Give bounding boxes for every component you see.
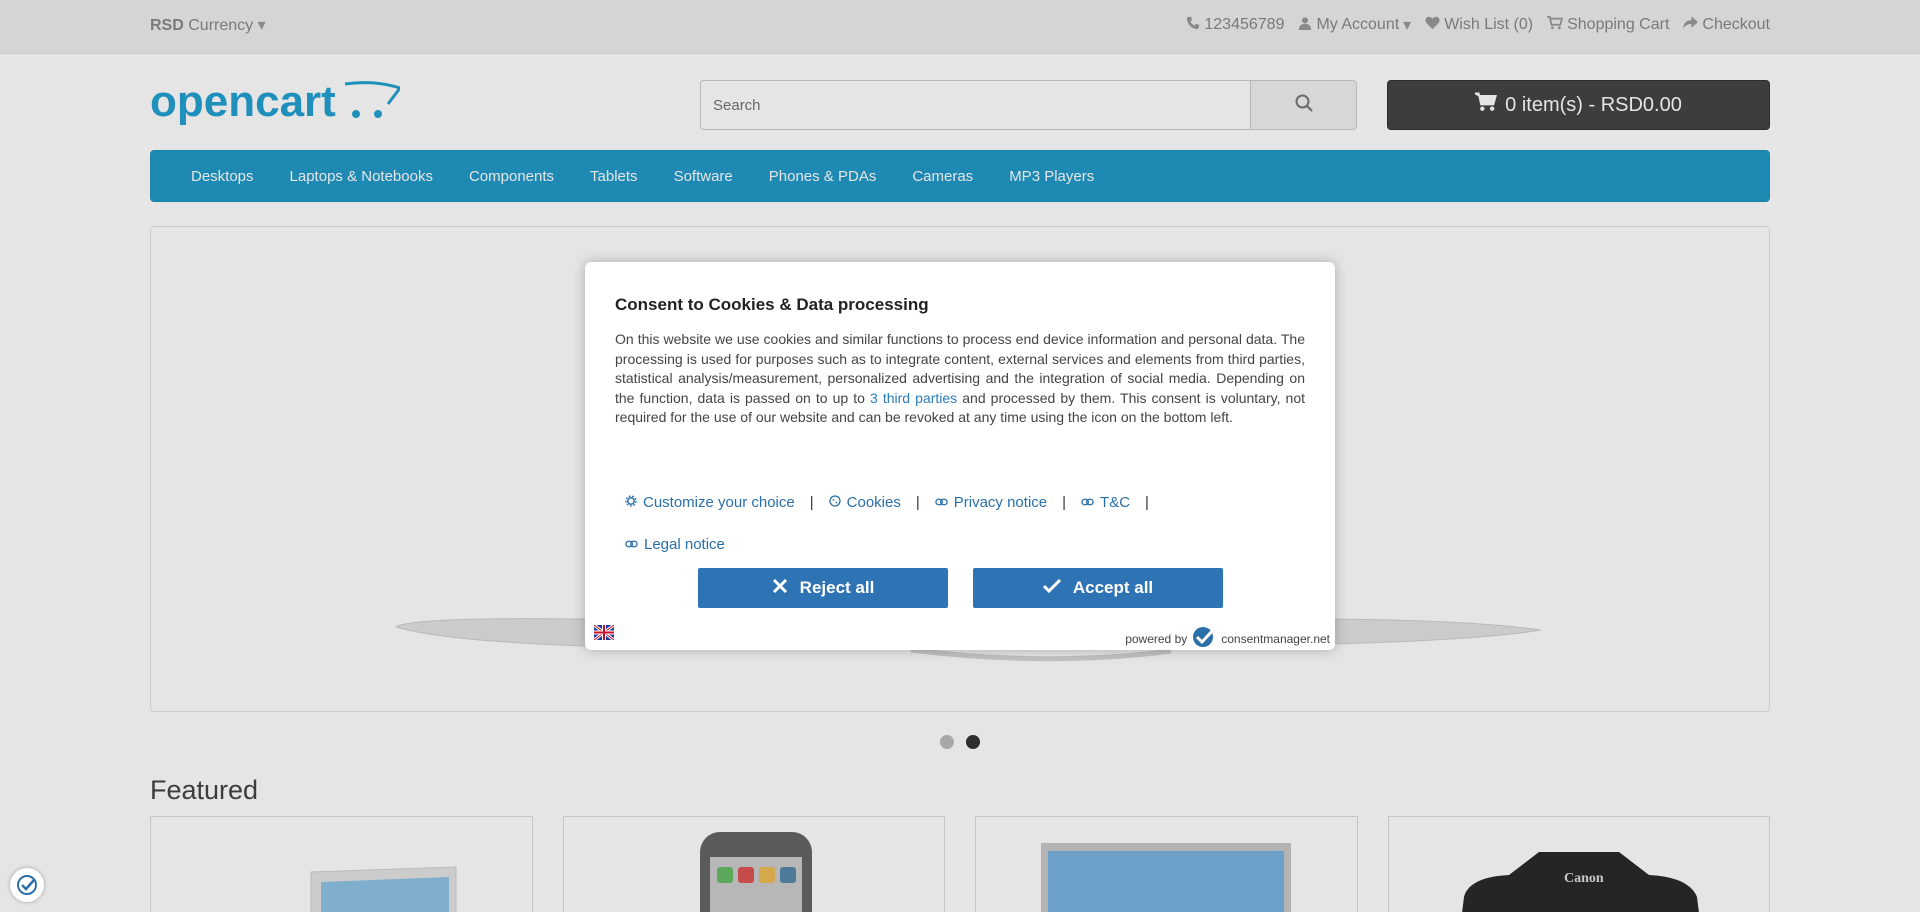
link-icon [1081,482,1094,524]
cookies-link[interactable]: Cookies [828,482,901,524]
privacy-notice-link[interactable]: Privacy notice [935,482,1047,524]
cookies-label: Cookies [846,494,901,511]
powered-by[interactable]: powered by consentmanager.net [1125,625,1330,652]
customize-choice-link[interactable]: Customize your choice [625,482,795,524]
third-parties-link[interactable]: 3 third parties [870,390,957,406]
reject-all-button[interactable]: Reject all [698,568,948,608]
link-icon [935,482,948,524]
separator: | [1145,494,1149,511]
privacy-notice-label: Privacy notice [953,494,1048,511]
check-icon [1042,578,1061,598]
consentmanager-brand: consentmanager.net [1221,631,1330,646]
cookie-icon [828,482,841,524]
consentmanager-logo-icon [1191,625,1217,652]
gear-icon [625,482,637,524]
reject-all-label: Reject all [799,578,875,597]
separator: | [809,494,814,511]
link-icon [625,524,638,566]
powered-by-label: powered by [1125,631,1188,646]
separator: | [1062,494,1067,511]
separator: | [915,494,920,511]
legal-notice-link[interactable]: Legal notice [625,524,725,566]
legal-notice-label: Legal notice [644,536,725,553]
consent-text: On this website we use cookies and simil… [615,330,1305,428]
customize-choice-label: Customize your choice [643,494,795,511]
language-flag-icon[interactable] [593,623,615,642]
tc-link[interactable]: T&C [1081,482,1130,524]
consent-title: Consent to Cookies & Data processing [615,295,929,314]
close-icon [772,578,788,599]
consent-links: Customize your choice | Cookies | Privac… [625,482,1305,566]
consent-settings-icon[interactable] [10,868,44,902]
accept-all-button[interactable]: Accept all [973,568,1223,608]
tc-label: T&C [1100,494,1131,511]
cookie-consent-dialog: Consent to Cookies & Data processing On … [585,262,1335,650]
accept-all-label: Accept all [1072,578,1154,597]
